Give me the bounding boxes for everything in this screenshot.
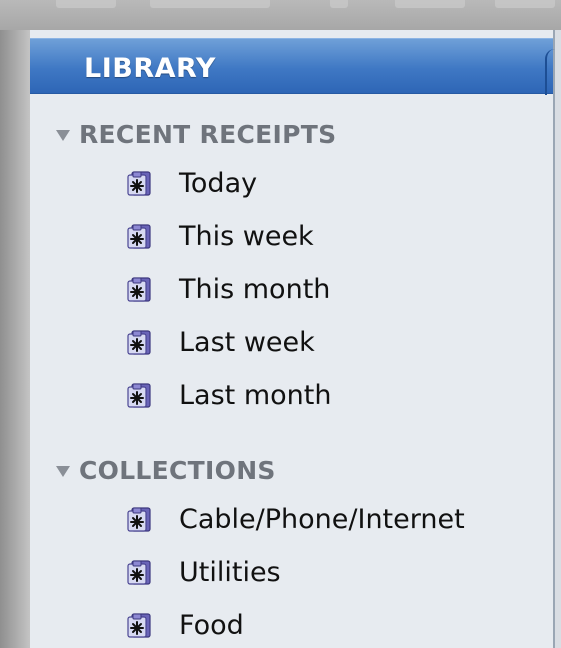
sidebar-item-last-month[interactable]: Last month xyxy=(126,375,331,415)
sidebar-item-label: Food xyxy=(179,609,244,641)
section-title: COLLECTIONS xyxy=(79,455,276,485)
panel-divider[interactable] xyxy=(555,30,561,648)
sidebar-item-label: Cable/Phone/Internet xyxy=(179,503,465,535)
library-label: LIBRARY xyxy=(84,53,216,84)
sidebar-item-this-week[interactable]: This week xyxy=(126,216,314,256)
sidebar-item-today[interactable]: Today xyxy=(126,163,257,203)
sidebar-item-label: Today xyxy=(179,167,258,199)
smart-collection-icon xyxy=(127,613,151,638)
app-window: LIBRARY RECENT RECEIPTS Today This week … xyxy=(0,0,561,648)
sidebar-item-label: Last month xyxy=(179,379,332,411)
sidebar-item-this-month[interactable]: This month xyxy=(126,269,330,309)
sidebar-item-label: Last week xyxy=(179,326,315,358)
window-edge xyxy=(0,30,30,648)
smart-collection-icon xyxy=(127,507,151,532)
sidebar-item-last-week[interactable]: Last week xyxy=(126,322,315,362)
sidebar: LIBRARY RECENT RECEIPTS Today This week … xyxy=(30,30,555,648)
sidebar-item-label: This month xyxy=(179,273,331,305)
smart-collection-icon xyxy=(127,560,151,585)
sidebar-item-label: This week xyxy=(179,220,314,252)
sidebar-item-library[interactable]: LIBRARY xyxy=(30,38,553,95)
smart-collection-icon xyxy=(127,224,151,249)
sidebar-item-utilities[interactable]: Utilities xyxy=(126,552,281,592)
sidebar-item-label: Utilities xyxy=(179,556,281,588)
disclosure-triangle-icon[interactable] xyxy=(56,465,70,477)
smart-collection-icon xyxy=(127,171,151,196)
smart-collection-icon xyxy=(127,383,151,408)
smart-collection-icon xyxy=(127,330,151,355)
smart-collection-icon xyxy=(127,277,151,302)
sidebar-item-cable-phone-internet[interactable]: Cable/Phone/Internet xyxy=(126,499,465,539)
section-header-recent-receipts[interactable]: RECENT RECEIPTS xyxy=(56,116,336,152)
section-header-collections[interactable]: COLLECTIONS xyxy=(56,452,276,488)
toolbar xyxy=(0,0,561,30)
section-title: RECENT RECEIPTS xyxy=(79,119,337,149)
disclosure-triangle-icon[interactable] xyxy=(56,129,70,141)
sidebar-item-food[interactable]: Food xyxy=(126,605,244,645)
